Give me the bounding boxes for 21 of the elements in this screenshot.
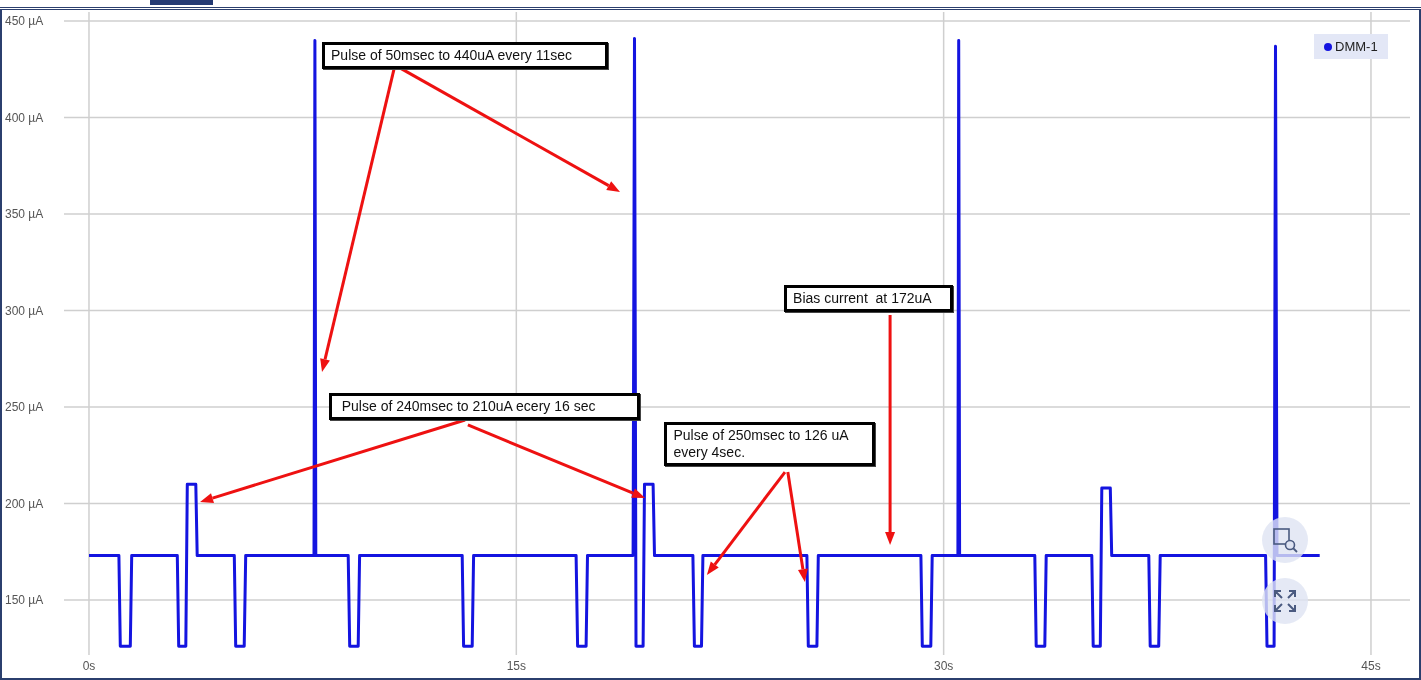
zoom-area-icon (1272, 527, 1298, 553)
x-axis-label: 30s (933, 659, 954, 673)
y-axis-label: 350 µA (5, 207, 44, 222)
x-axis-label: 45s (1361, 659, 1381, 673)
y-axis-label: 250 µA (5, 400, 44, 414)
y-axis-label: 450 µA (5, 14, 44, 29)
fullscreen-button[interactable] (1262, 578, 1308, 624)
legend-label: DMM-1 (1335, 39, 1378, 54)
annotation-label: Bias current at 172uA (784, 285, 953, 313)
y-axis-label: 200 µA (5, 496, 44, 511)
y-axis-label: 300 µA (5, 303, 44, 318)
x-axis-label: 15s (506, 659, 526, 673)
annotation-label: Pulse of 250msec to 126 uA every 4sec. (664, 422, 876, 467)
annotation-label: Pulse of 240msec to 210uA ecery 16 sec (328, 392, 640, 420)
x-axis-label: 0s (82, 659, 96, 673)
y-axis-label: 150 µA (5, 593, 44, 607)
zoom-button[interactable] (1262, 517, 1308, 563)
expand-icon (1272, 588, 1298, 614)
y-axis-label: 400 µA (5, 110, 44, 125)
annotation-label: Pulse of 50msec to 440uA every 11sec (322, 42, 609, 70)
legend-item[interactable]: DMM-1 (1314, 34, 1388, 59)
